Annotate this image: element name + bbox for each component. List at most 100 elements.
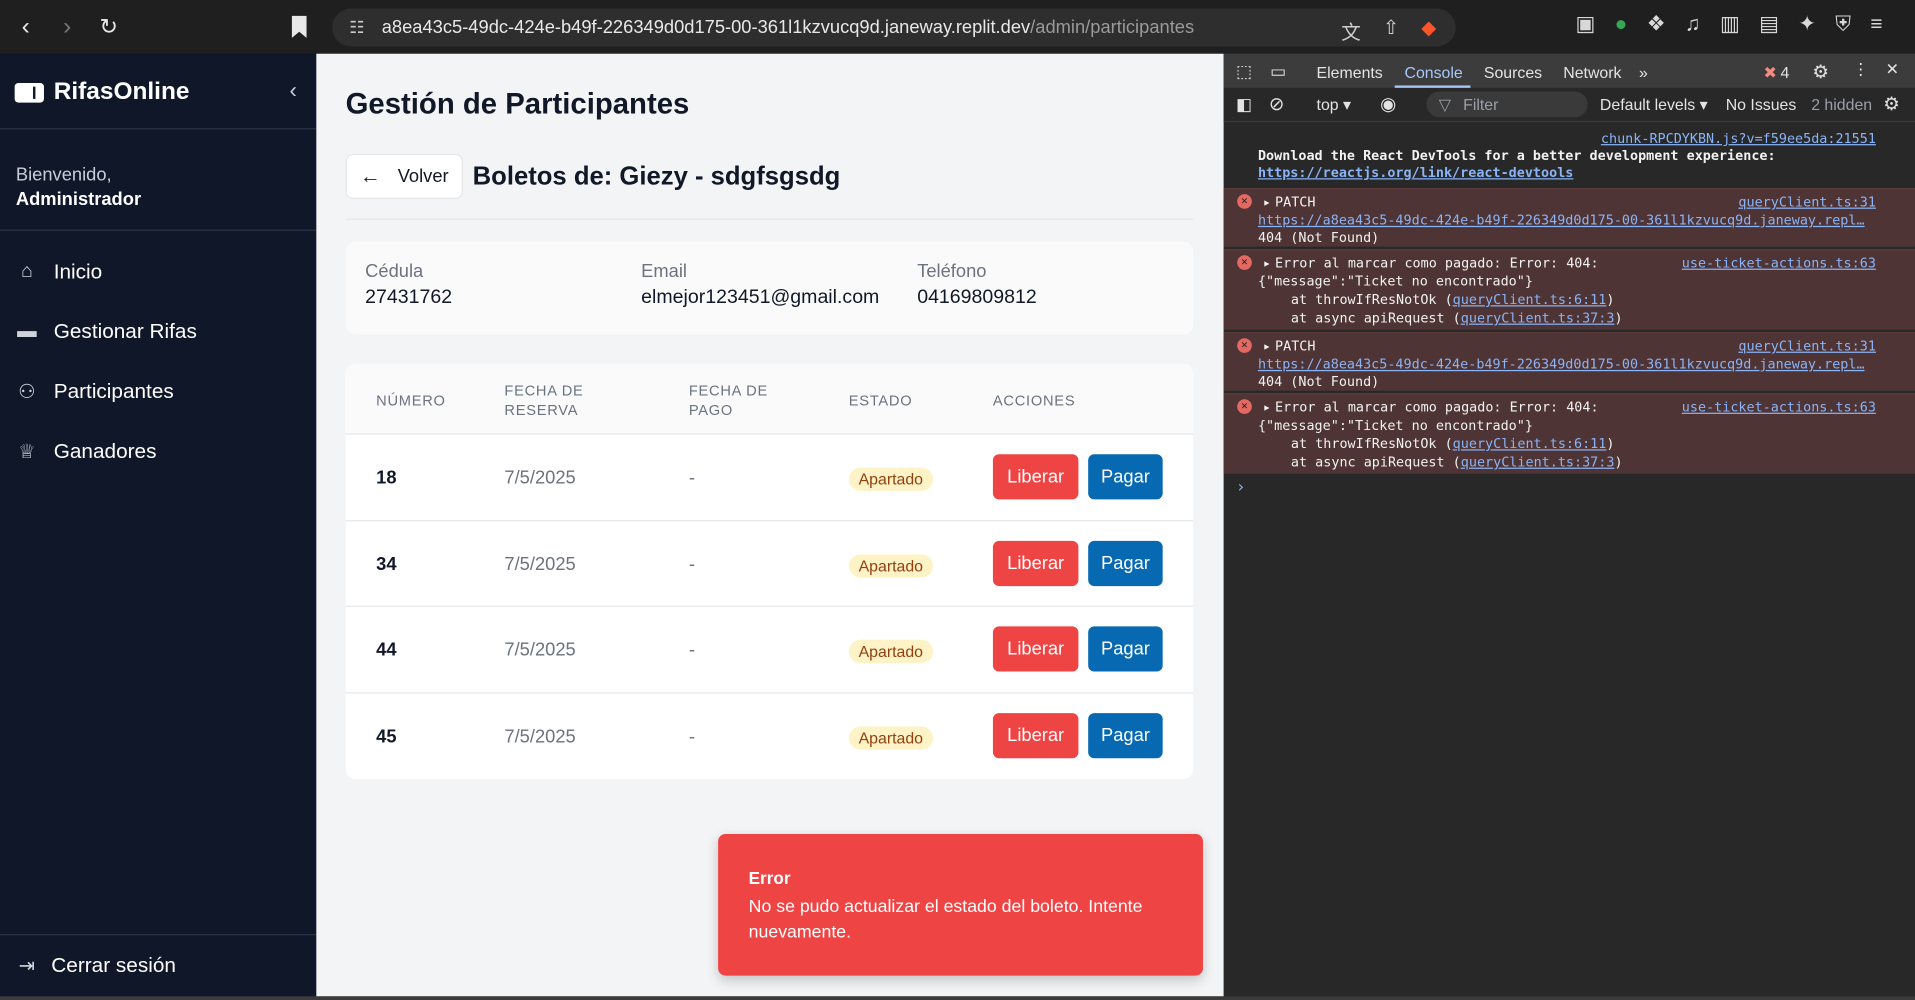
stack-frame-text: at throwIfResNotOk ( (1290, 435, 1453, 452)
pay-button[interactable]: Pagar (1088, 712, 1163, 758)
hidden-count: 2 hidden (1811, 95, 1873, 114)
share-icon[interactable]: ⇧ (1383, 16, 1399, 45)
wallet-icon[interactable]: ▤ (1759, 12, 1779, 36)
inspect-icon[interactable]: ⬚ (1236, 61, 1252, 82)
clear-console-icon[interactable]: ⊘ (1269, 93, 1284, 115)
devtools-tabbar: ⬚ ▭ Elements Console Sources Network » ✖… (1223, 53, 1915, 88)
collapse-sidebar-icon[interactable]: ‹ (289, 78, 296, 104)
tab-elements[interactable]: Elements (1317, 63, 1383, 81)
release-button[interactable]: Liberar (992, 626, 1079, 672)
sidebar-item-ganadores[interactable]: ♕ Ganadores (15, 440, 157, 464)
column-header: Acciones (992, 391, 1076, 410)
logout-button[interactable]: ⇥ Cerrar sesión (15, 954, 176, 978)
pay-button[interactable]: Pagar (1088, 454, 1163, 500)
expand-triangle-icon[interactable]: ▸ (1263, 398, 1271, 416)
error-count-badge[interactable]: ✖ 4 (1764, 63, 1790, 83)
toast-message: No se pudo actualizar el estado del bole… (748, 897, 1143, 943)
translate-icon[interactable]: 文 (1341, 16, 1361, 45)
cedula-value: 27431762 (365, 286, 453, 308)
filter-input[interactable]: ▽ Filter (1426, 91, 1588, 118)
site-settings-icon[interactable]: ☷ (349, 17, 364, 38)
music-icon[interactable]: ♫ (1685, 12, 1701, 36)
logout-icon: ⇥ (18, 956, 36, 977)
sidebar-item-participantes[interactable]: ⚇ Participantes (15, 380, 174, 404)
source-link[interactable]: use-ticket-actions.ts:63 (1682, 398, 1876, 416)
status-text: 404 (Not Found) (1257, 229, 1380, 246)
puzzle-icon[interactable]: ❖ (1647, 12, 1666, 36)
error-json: {"message":"Ticket no encontrado"} (1257, 417, 1533, 434)
stack-link[interactable]: queryClient.ts:6:11 (1453, 436, 1607, 452)
pay-date: - (688, 467, 695, 489)
reserve-date: 7/5/2025 (504, 467, 576, 489)
back-button[interactable]: ← Volver (345, 153, 463, 200)
participant-info-card: Cédula 27431762 Email elmejor123451@gmai… (345, 241, 1194, 335)
sidebar-item-inicio[interactable]: ⌂ Inicio (15, 260, 102, 284)
devtools-panel: ⬚ ▭ Elements Console Sources Network » ✖… (1223, 53, 1915, 997)
stack-link[interactable]: queryClient.ts:37:3 (1461, 454, 1615, 470)
forward-arrow-icon[interactable]: › (49, 9, 86, 46)
address-bar[interactable]: ☷ a8ea43c5-49dc-424e-b49f-226349d0d175-0… (332, 8, 1456, 47)
source-link[interactable]: use-ticket-actions.ts:63 (1682, 254, 1876, 272)
eye-icon[interactable]: ◉ (1380, 93, 1396, 115)
release-button[interactable]: Liberar (992, 540, 1079, 586)
react-devtools-link[interactable]: https://reactjs.org/link/react-devtools (1258, 164, 1573, 182)
request-url[interactable]: https://a8ea43c5-49dc-424e-b49f-226349d0… (1258, 211, 1865, 229)
sidebar-item-gestionar-rifas[interactable]: ▬ Gestionar Rifas (15, 320, 197, 344)
close-devtools-icon[interactable]: ✕ (1886, 60, 1899, 80)
request-url[interactable]: https://a8ea43c5-49dc-424e-b49f-226349d0… (1258, 355, 1865, 373)
tab-console[interactable]: Console (1404, 63, 1462, 81)
email-field: Email elmejor123451@gmail.com (641, 261, 879, 309)
expand-triangle-icon[interactable]: ▸ (1263, 193, 1271, 211)
audio-extension-icon[interactable]: ● (1615, 12, 1628, 36)
console-settings-icon[interactable]: ⚙ (1883, 93, 1899, 115)
console-prompt[interactable]: › (1224, 479, 1915, 501)
reserve-date: 7/5/2025 (504, 725, 576, 747)
brave-shield-icon[interactable]: ◆ (1421, 16, 1436, 45)
sidebar-toggle-icon[interactable]: ◧ (1236, 94, 1252, 115)
error-icon: ✕ (1237, 338, 1252, 353)
source-link[interactable]: chunk-RPCDYKBN.js?v=f59ee5da:21551 (1601, 129, 1876, 147)
settings-gear-icon[interactable]: ⚙ (1812, 61, 1828, 83)
sidebar-toggle-icon[interactable]: ▥ (1720, 12, 1740, 36)
pay-date: - (688, 553, 695, 575)
device-toggle-icon[interactable]: ▭ (1270, 61, 1286, 82)
context-select[interactable]: top ▾ (1317, 95, 1351, 115)
toast-title: Error (748, 868, 791, 888)
console-message: chunk-RPCDYKBN.js?v=f59ee5da:21551 Downl… (1224, 129, 1915, 185)
logout-label: Cerrar sesión (51, 953, 176, 977)
menu-icon[interactable]: ≡ (1870, 12, 1882, 36)
ticket-number: 34 (376, 553, 397, 575)
sidebar: RifasOnline ‹ Bienvenido, Administrador … (0, 53, 317, 997)
expand-triangle-icon[interactable]: ▸ (1263, 337, 1271, 355)
release-button[interactable]: Liberar (992, 712, 1079, 758)
pay-button[interactable]: Pagar (1088, 540, 1163, 586)
tab-sources[interactable]: Sources (1484, 63, 1542, 81)
stack-link[interactable]: queryClient.ts:37:3 (1461, 310, 1615, 326)
source-link[interactable]: queryClient.ts:31 (1738, 337, 1876, 355)
extension-off-icon[interactable]: ▣ (1575, 12, 1595, 36)
stack-link[interactable]: queryClient.ts:6:11 (1453, 292, 1607, 308)
pay-date: - (688, 725, 695, 747)
reload-icon[interactable]: ↻ (90, 9, 127, 46)
error-toast[interactable]: Error No se pudo actualizar el estado de… (718, 833, 1203, 976)
brand[interactable]: RifasOnline (14, 78, 190, 106)
pay-button[interactable]: Pagar (1088, 626, 1163, 672)
tab-network[interactable]: Network (1563, 63, 1621, 81)
release-button[interactable]: Liberar (992, 454, 1079, 500)
log-levels-select[interactable]: Default levels ▾ (1600, 95, 1708, 115)
ticket-icon (14, 82, 44, 102)
issues-button[interactable]: No Issues (1726, 95, 1797, 113)
stack-frame: at async apiRequest (queryClient.ts:37:3… (1290, 310, 1623, 327)
divider (0, 128, 317, 130)
welcome-block: Bienvenido, Administrador (16, 164, 141, 213)
back-arrow-icon[interactable]: ‹ (7, 9, 44, 46)
url-host: a8ea43c5-49dc-424e-b49f-226349d0d175-00-… (381, 17, 1031, 38)
more-tabs-icon[interactable]: » (1639, 63, 1648, 81)
bookmark-icon[interactable] (291, 15, 308, 39)
sidebar-item-label: Participantes (53, 379, 174, 403)
vpn-shield-icon[interactable]: ⛨ (1835, 12, 1851, 36)
source-link[interactable]: queryClient.ts:31 (1738, 193, 1876, 211)
ai-sparkle-icon[interactable]: ✦ (1798, 12, 1815, 36)
kebab-menu-icon[interactable]: ⋮ (1853, 60, 1869, 80)
expand-triangle-icon[interactable]: ▸ (1263, 254, 1271, 272)
